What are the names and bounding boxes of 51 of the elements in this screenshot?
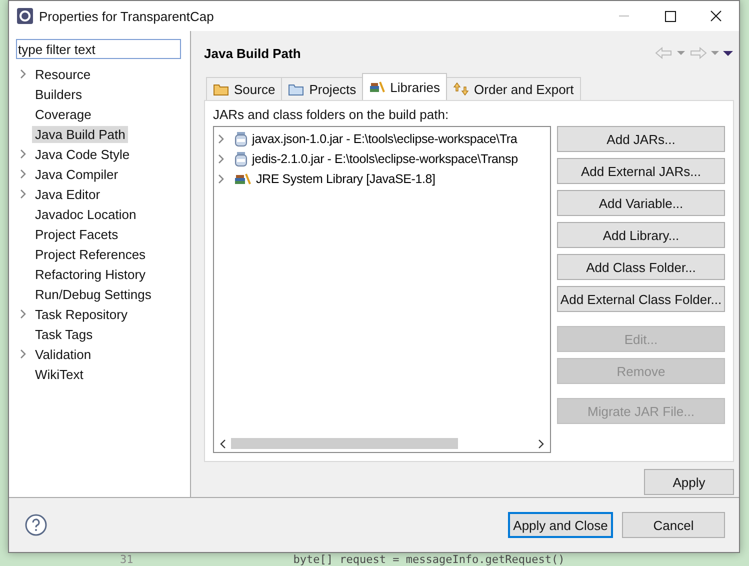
tree-item[interactable]: Run/Debug Settings bbox=[32, 286, 154, 302]
tree-item[interactable]: WikiText bbox=[32, 366, 86, 382]
apply-button[interactable]: Apply bbox=[644, 469, 734, 495]
action-button[interactable]: Add Library... bbox=[557, 222, 725, 248]
tree-item[interactable]: Javadoc Location bbox=[32, 206, 140, 222]
apply-and-close-button[interactable]: Apply and Close bbox=[508, 512, 613, 538]
tree-item[interactable]: Coverage bbox=[32, 106, 94, 122]
expand-chevron-icon[interactable] bbox=[18, 309, 28, 319]
tab[interactable]: Libraries bbox=[362, 73, 448, 100]
action-button[interactable]: Add External Class Folder... bbox=[557, 286, 725, 312]
tree-item[interactable]: Java Build Path bbox=[32, 126, 128, 142]
library-entry[interactable]: jedis-2.1.0.jar - E:\tools\eclipse-workspace\Transp bbox=[252, 152, 518, 166]
cancel-button[interactable]: Cancel bbox=[622, 512, 725, 538]
tree-item[interactable]: Project References bbox=[32, 246, 149, 262]
section-label: JARs and class folders on the build path: bbox=[213, 107, 450, 122]
up-down-arrows-icon bbox=[453, 82, 470, 96]
jar-icon bbox=[234, 151, 248, 167]
action-button[interactable]: Add Class Folder... bbox=[557, 254, 725, 280]
page-title: Java Build Path bbox=[204, 46, 301, 60]
tree-item[interactable]: Java Compiler bbox=[32, 166, 122, 182]
library-entry[interactable]: JRE System Library [JavaSE-1.8] bbox=[256, 172, 436, 186]
tree-item[interactable]: Builders bbox=[32, 86, 85, 102]
action-button[interactable]: Add Variable... bbox=[557, 190, 725, 216]
tab[interactable]: Projects bbox=[281, 77, 364, 100]
tree-item[interactable]: Resource bbox=[32, 66, 94, 82]
folder-icon bbox=[288, 82, 304, 96]
eclipse-icon bbox=[17, 8, 33, 24]
library-books-icon bbox=[369, 80, 386, 94]
scrollbar-thumb[interactable] bbox=[231, 438, 458, 449]
tree-item[interactable]: Project Facets bbox=[32, 226, 122, 242]
line-number: 31 bbox=[120, 553, 134, 566]
filter-field[interactable]: type filter text bbox=[16, 39, 181, 59]
expand-chevron-icon[interactable] bbox=[18, 69, 28, 79]
expand-chevron-icon[interactable] bbox=[18, 349, 28, 359]
help-icon[interactable] bbox=[24, 513, 48, 537]
window-title: Properties for TransparentCap bbox=[39, 8, 215, 24]
tree-item[interactable]: Validation bbox=[32, 346, 94, 362]
tree-item[interactable]: Task Repository bbox=[32, 306, 130, 322]
folder-icon bbox=[213, 82, 229, 96]
action-button[interactable]: Add JARs... bbox=[557, 126, 725, 152]
tab[interactable]: Order and Export bbox=[446, 77, 581, 100]
tree-item[interactable]: Task Tags bbox=[32, 326, 96, 342]
tab[interactable]: Source bbox=[206, 77, 282, 100]
action-button[interactable]: Add External JARs... bbox=[557, 158, 725, 184]
tree-item[interactable]: Java Code Style bbox=[32, 146, 133, 162]
library-entry[interactable]: javax.json-1.0.jar - E:\tools\eclipse-workspace\Tra bbox=[252, 132, 518, 146]
jar-icon bbox=[234, 131, 248, 147]
tree-item[interactable]: Java Editor bbox=[32, 186, 104, 202]
library-books-icon bbox=[234, 172, 252, 186]
code-line: byte[] request = messageInfo.getRequest() bbox=[293, 553, 565, 566]
tree-item[interactable]: Refactoring History bbox=[32, 266, 149, 282]
